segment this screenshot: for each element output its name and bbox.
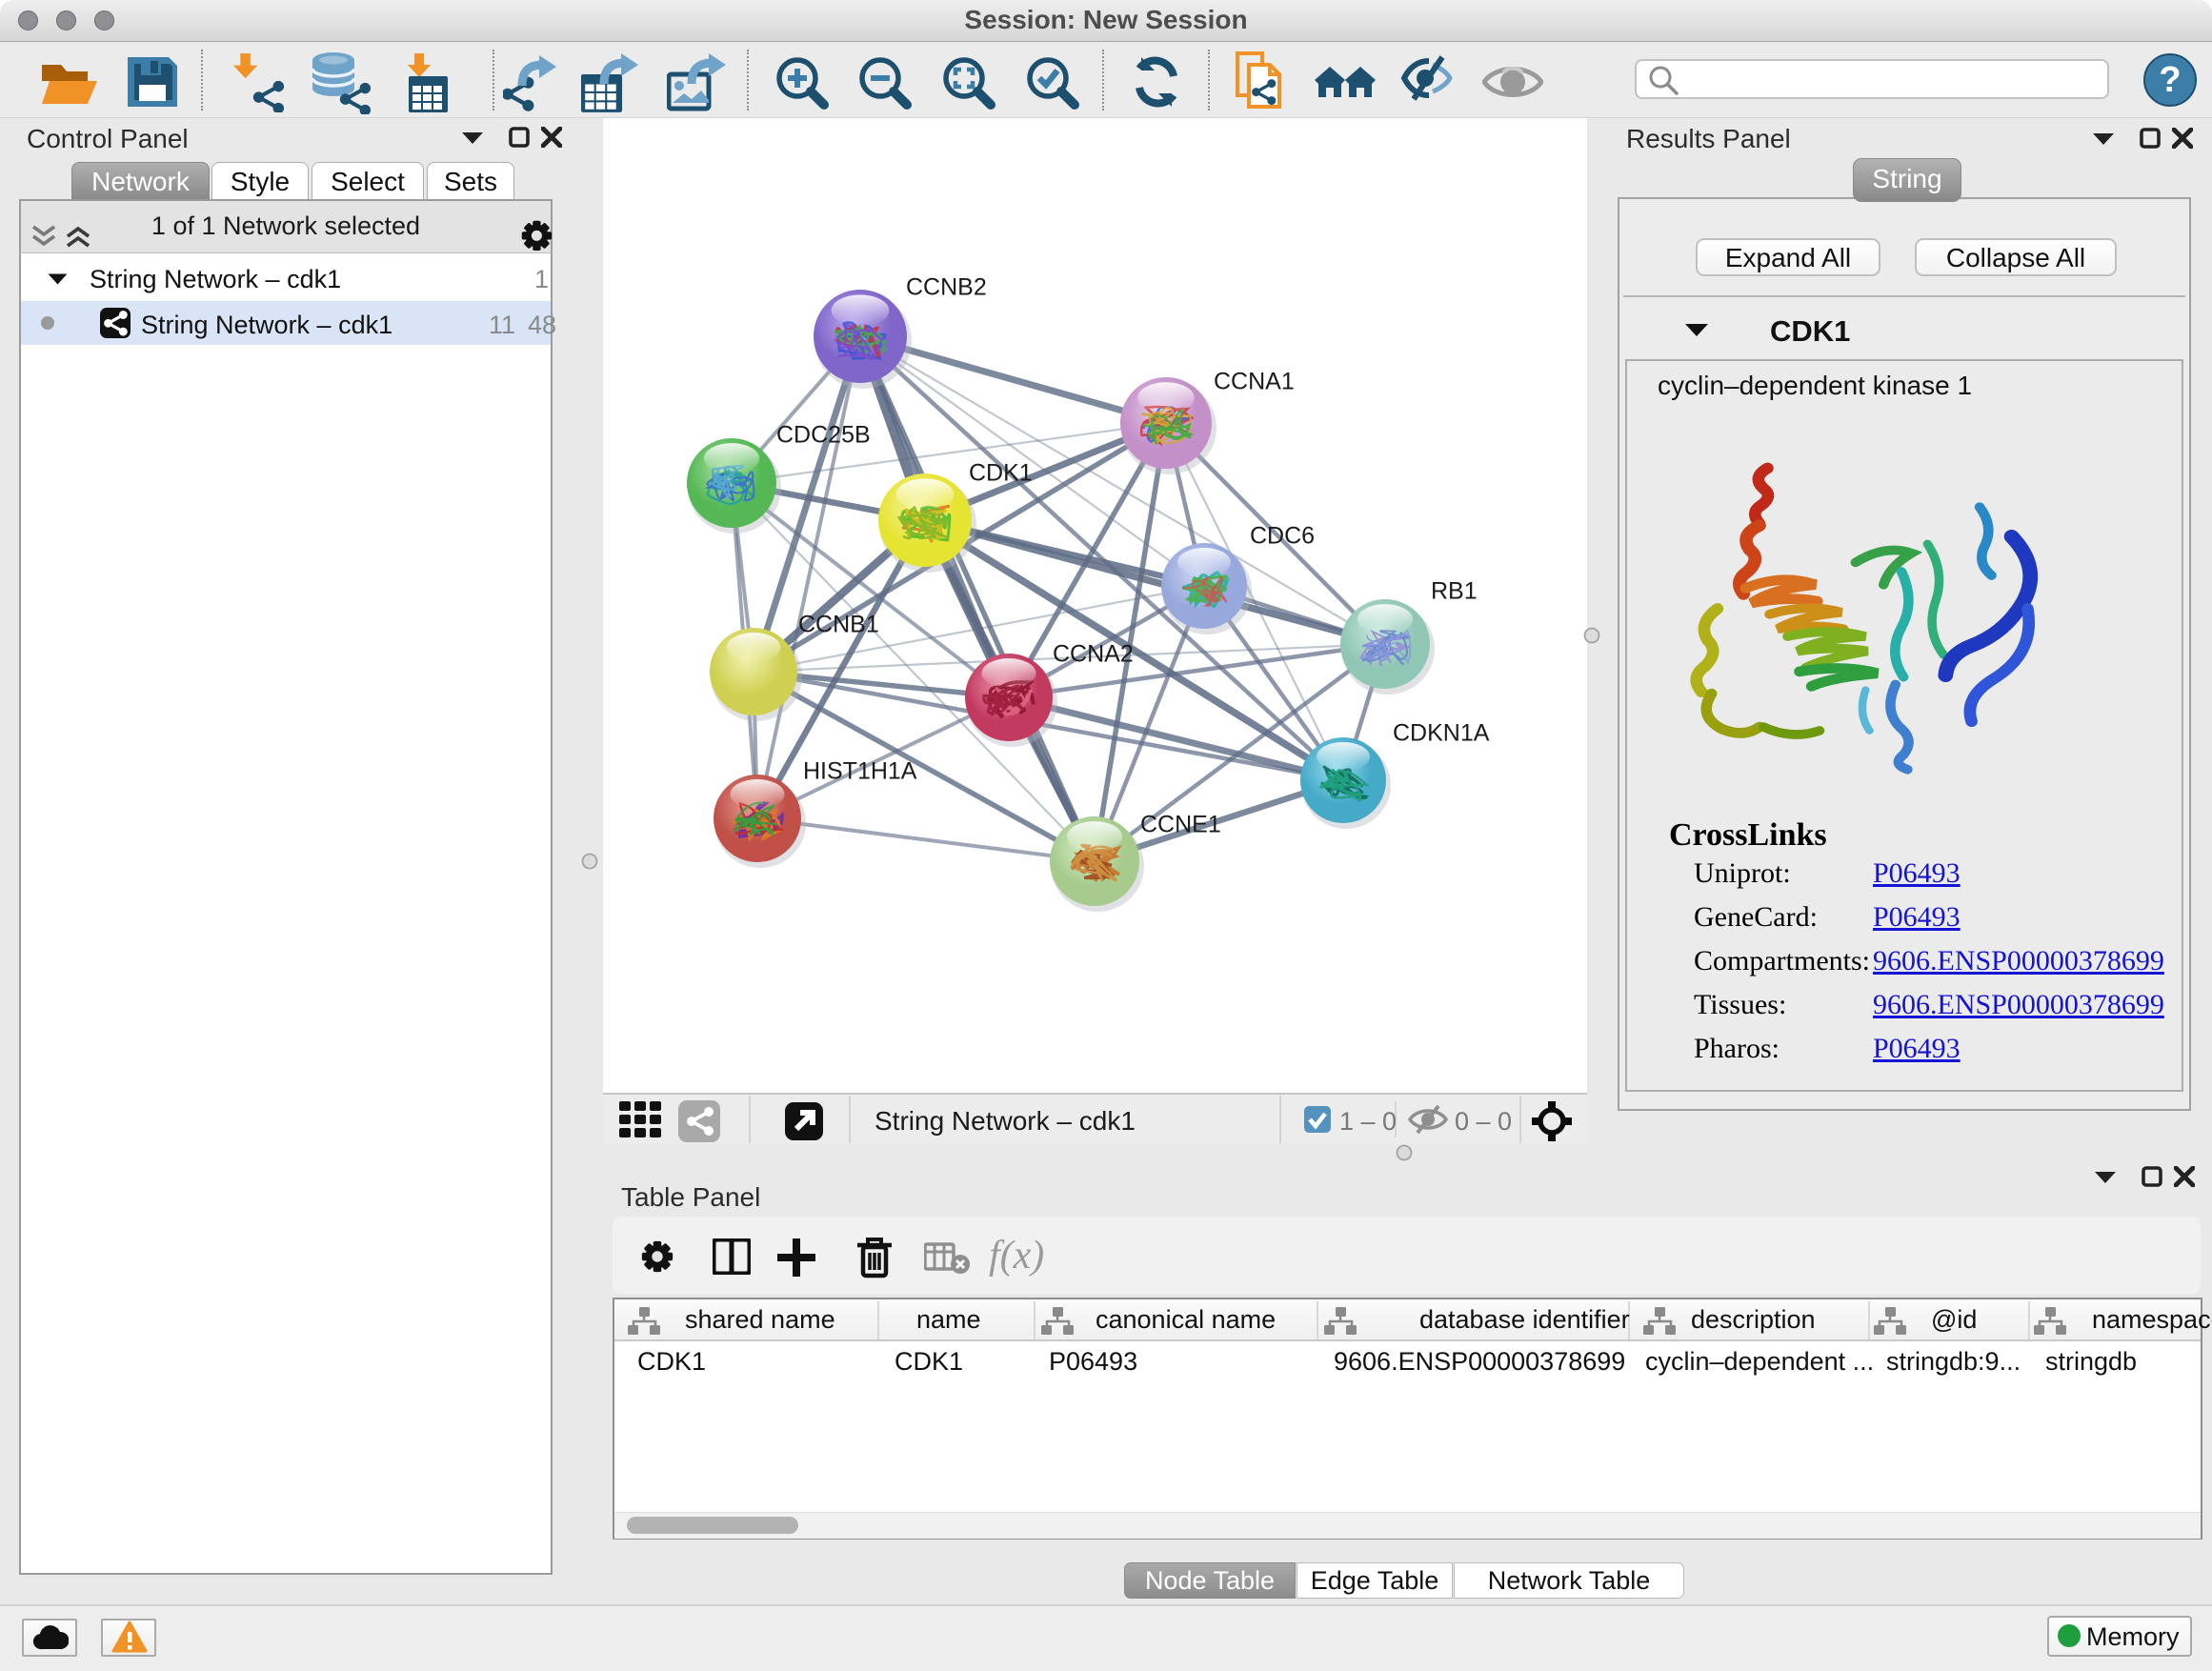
svg-text:HIST1H1A: HIST1H1A — [803, 758, 917, 785]
svg-text:CDC25B: CDC25B — [776, 422, 871, 449]
svg-text:CDC6: CDC6 — [1250, 523, 1315, 550]
svg-text:CCNE1: CCNE1 — [1140, 812, 1221, 838]
svg-text:?: ? — [2159, 60, 2181, 100]
svg-text:CCNA2: CCNA2 — [1053, 641, 1134, 668]
svg-text:CCNA1: CCNA1 — [1214, 369, 1295, 395]
svg-text:CDKN1A: CDKN1A — [1393, 720, 1490, 747]
svg-text:CCNB1: CCNB1 — [798, 612, 879, 638]
svg-text:CCNB2: CCNB2 — [906, 274, 987, 301]
svg-text:CDK1: CDK1 — [969, 460, 1033, 487]
svg-text:RB1: RB1 — [1431, 578, 1478, 605]
